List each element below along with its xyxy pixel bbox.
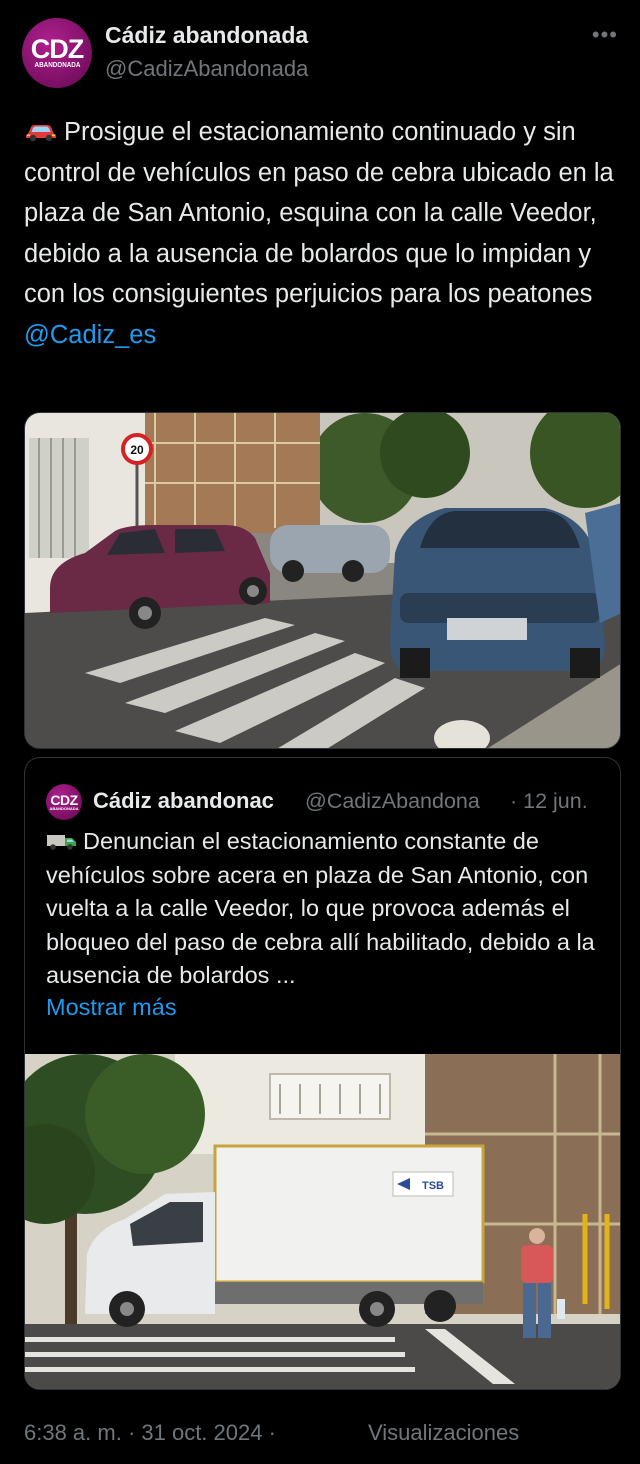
avatar[interactable]: CDZ ABANDONADA <box>22 18 92 88</box>
delivery-truck-icon <box>47 835 76 850</box>
quoted-avatar: CDZ ABANDONADA <box>46 784 82 820</box>
avatar-logo-text: CDZ <box>30 34 84 64</box>
tweet-body: Prosigue el estacionamiento continuado y… <box>24 118 614 308</box>
truck-photo-image: TSB <box>25 1054 620 1389</box>
tweet-timestamp[interactable]: 6:38 a. m. · 31 oct. 2024 · <box>24 1420 276 1446</box>
quoted-photo[interactable]: TSB <box>25 1054 620 1389</box>
views-label[interactable]: Visualizaciones <box>368 1420 519 1446</box>
street-photo-image: 20 <box>25 413 620 748</box>
tweet-photo[interactable]: 20 <box>24 412 621 749</box>
quoted-author-handle: @CadizAbandona <box>305 789 480 813</box>
tweet-header: CDZ ABANDONADA Cádiz abandonada @CadizAb… <box>0 0 640 100</box>
avatar-logo-subtext: ABANDONADA <box>34 62 80 69</box>
quoted-date: · 12 jun. <box>510 789 588 813</box>
more-horizontal-icon[interactable]: ••• <box>592 22 618 48</box>
quoted-avatar-logo-text: CDZ <box>50 791 78 808</box>
author-name[interactable]: Cádiz abandonada <box>105 22 308 49</box>
quoted-tweet[interactable]: CDZ ABANDONADA Cádiz abandonac @CadizAba… <box>24 757 621 1390</box>
red-car-icon <box>26 125 56 142</box>
quoted-body: Denuncian el estacionamiento constante d… <box>46 828 595 988</box>
speed-sign-text: 20 <box>130 443 144 457</box>
quoted-avatar-logo-subtext: ABANDONADA <box>49 805 79 811</box>
quoted-author-name: Cádiz abandonac <box>93 788 274 813</box>
tweet-text: Prosigue el estacionamiento continuado y… <box>24 112 624 355</box>
mention-link[interactable]: @Cadiz_es <box>24 321 156 349</box>
truck-logo-text: TSB <box>422 1180 444 1192</box>
quoted-text: Denuncian el estacionamiento constante d… <box>46 825 606 993</box>
author-handle[interactable]: @CadizAbandonada <box>105 56 308 82</box>
show-more-link[interactable]: Mostrar más <box>46 994 177 1021</box>
